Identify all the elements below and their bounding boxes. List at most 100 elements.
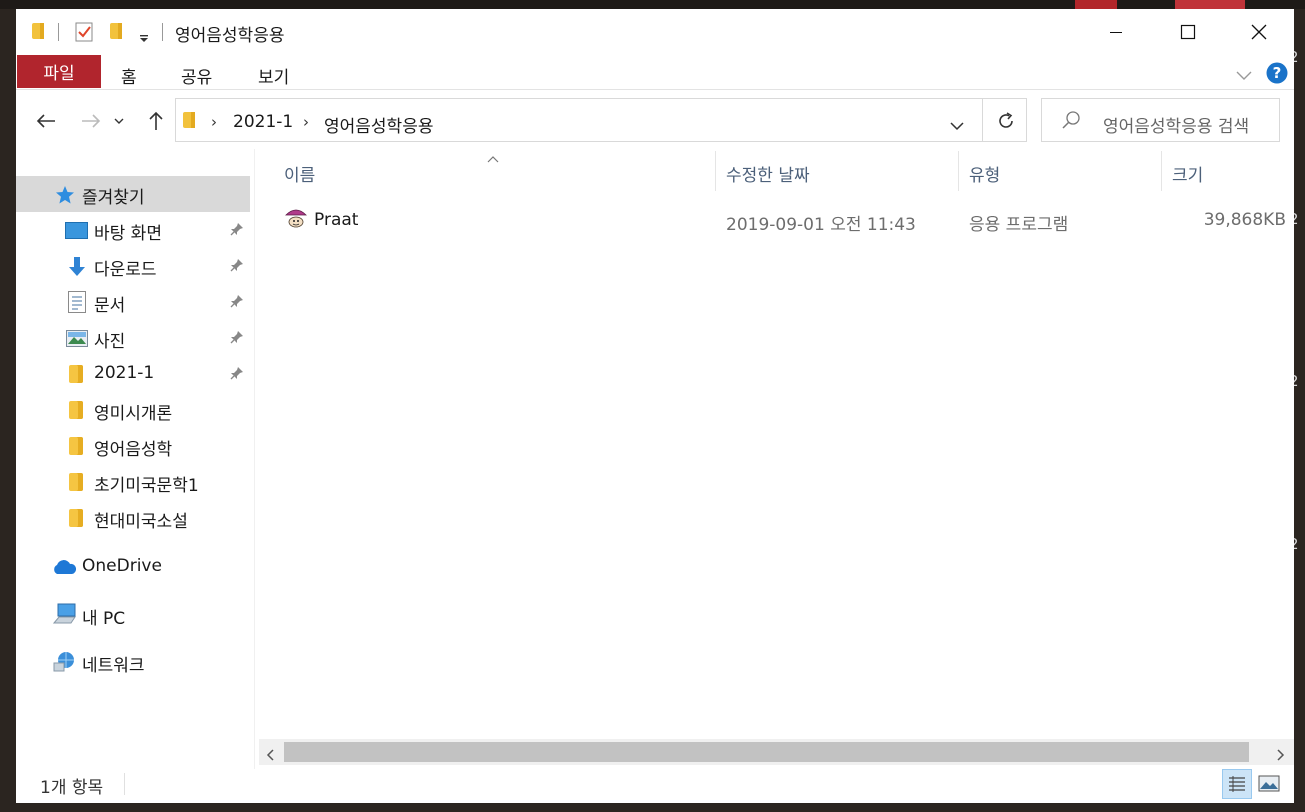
large-icons-view-button[interactable] (1257, 772, 1281, 796)
maximize-icon (1180, 24, 1196, 39)
sidebar-item-folder[interactable]: 영미시개론 (16, 392, 250, 428)
maximize-button[interactable] (1153, 9, 1223, 54)
column-separator[interactable] (1161, 151, 1162, 191)
sidebar-item-onedrive[interactable]: OneDrive (16, 549, 250, 585)
chevron-right-icon[interactable]: › (303, 113, 309, 131)
details-view-button[interactable] (1222, 769, 1252, 799)
expand-ribbon-icon[interactable] (1236, 66, 1252, 80)
scrollbar-thumb[interactable] (284, 742, 1249, 762)
horizontal-scrollbar[interactable] (259, 739, 1294, 765)
tab-home[interactable]: 홈 (121, 63, 137, 88)
folder-icon (69, 365, 83, 383)
column-separator[interactable] (958, 151, 959, 191)
table-row[interactable]: Praat 2019-09-01 오전 11:43 응용 프로그램 39,868… (259, 199, 1294, 239)
search-placeholder: 영어음성학응용 검색 (1103, 117, 1250, 137)
sidebar-item-label: 문서 (94, 296, 126, 316)
scroll-left-icon[interactable] (265, 746, 275, 761)
file-date-modified: 2019-09-01 오전 11:43 (726, 215, 916, 235)
breadcrumb-item[interactable]: 영어음성학응용 (324, 112, 433, 137)
sidebar-item-label: 내 PC (82, 609, 126, 629)
pane-divider (254, 149, 255, 769)
sidebar-item-label: 즐겨찾기 (82, 188, 145, 208)
help-icon[interactable]: ? (1266, 62, 1288, 84)
close-icon (1251, 24, 1267, 39)
chevron-right-icon[interactable]: › (211, 113, 217, 131)
customize-toolbar-icon[interactable] (139, 29, 149, 42)
address-dropdown-icon[interactable] (950, 116, 964, 131)
sidebar-item-this-pc[interactable]: 내 PC (16, 597, 250, 633)
pin-icon[interactable] (230, 366, 244, 380)
sidebar-item-label: 현대미국소설 (94, 512, 188, 532)
forward-button[interactable] (76, 107, 106, 135)
arrow-up-icon (149, 111, 163, 130)
tab-file[interactable]: 파일 (17, 55, 101, 88)
folder-icon (69, 473, 83, 491)
search-icon (1061, 110, 1081, 130)
window-title: 영어음성학응용 (175, 26, 285, 46)
pin-icon[interactable] (230, 330, 244, 344)
back-button[interactable] (31, 107, 61, 135)
sidebar-item-desktop[interactable]: 바탕 화면 (16, 212, 250, 248)
breadcrumb-item[interactable]: 2021-1 (233, 112, 293, 132)
sidebar-item-label: 영어음성학 (94, 440, 173, 460)
sidebar-item-2021-1[interactable]: 2021-1 (16, 356, 250, 392)
pictures-icon (66, 330, 88, 347)
details-view-icon (1229, 776, 1245, 792)
large-icons-view-icon (1258, 775, 1280, 792)
sidebar-item-folder[interactable]: 영어음성학 (16, 428, 250, 464)
column-header-date-modified[interactable]: 수정한 날짜 (726, 161, 810, 186)
folder-icon (69, 509, 83, 527)
document-icon (68, 291, 86, 313)
sidebar-item-label: 영미시개론 (94, 404, 173, 424)
file-explorer-window: 영어음성학응용 파일 홈 공유 보기 ? › 2021-1 › 영어음성학응용 (16, 9, 1294, 803)
minimize-button[interactable] (1081, 9, 1151, 54)
close-button[interactable] (1224, 9, 1294, 54)
pin-icon[interactable] (230, 222, 244, 236)
scroll-right-icon[interactable] (1276, 746, 1286, 761)
folder-icon (69, 401, 83, 419)
sidebar-item-pictures[interactable]: 사진 (16, 320, 250, 356)
tab-share[interactable]: 공유 (181, 63, 212, 88)
sidebar-item-label: 사진 (94, 332, 126, 352)
status-item-count: 1개 항목 (40, 778, 104, 798)
sidebar-item-network[interactable]: 네트워크 (16, 644, 250, 680)
up-button[interactable] (141, 107, 171, 135)
sidebar-item-quick-access[interactable]: 즐겨찾기 (16, 176, 250, 212)
tab-view[interactable]: 보기 (258, 63, 289, 88)
sidebar-item-folder[interactable]: 현대미국소설 (16, 500, 250, 536)
column-header-type[interactable]: 유형 (969, 161, 1000, 186)
star-icon (55, 185, 75, 205)
new-folder-icon[interactable] (110, 23, 122, 39)
column-header-size[interactable]: 크기 (1172, 161, 1203, 186)
sidebar-item-label: 바탕 화면 (94, 224, 162, 244)
sidebar-item-label: OneDrive (82, 556, 162, 576)
computer-icon (52, 603, 77, 625)
column-separator[interactable] (715, 151, 716, 191)
column-header-name[interactable]: 이름 (284, 161, 315, 186)
sidebar-item-documents[interactable]: 문서 (16, 284, 250, 320)
praat-app-icon (283, 205, 309, 231)
chevron-down-icon (114, 118, 124, 124)
folder-icon (183, 112, 195, 128)
sidebar-item-label: 2021-1 (94, 363, 155, 383)
divider (58, 23, 59, 41)
arrow-left-icon (36, 114, 55, 128)
desktop-background-accent (1175, 0, 1245, 9)
pin-icon[interactable] (230, 294, 244, 308)
desktop-icon (65, 222, 88, 239)
sidebar-item-label: 초기미국문학1 (94, 476, 199, 496)
refresh-icon[interactable] (997, 112, 1015, 130)
recent-locations-button[interactable] (111, 107, 127, 135)
sidebar-item-folder[interactable]: 초기미국문학1 (16, 464, 250, 500)
pin-icon[interactable] (230, 258, 244, 272)
cloud-icon (51, 559, 77, 575)
divider (124, 773, 125, 795)
minimize-icon (1110, 31, 1122, 33)
download-icon (67, 256, 87, 278)
file-type: 응용 프로그램 (969, 215, 1069, 235)
sidebar-item-downloads[interactable]: 다운로드 (16, 248, 250, 284)
arrow-right-icon (82, 114, 101, 128)
properties-icon[interactable] (75, 22, 93, 42)
network-icon (53, 650, 77, 672)
ribbon-divider (16, 89, 1294, 90)
